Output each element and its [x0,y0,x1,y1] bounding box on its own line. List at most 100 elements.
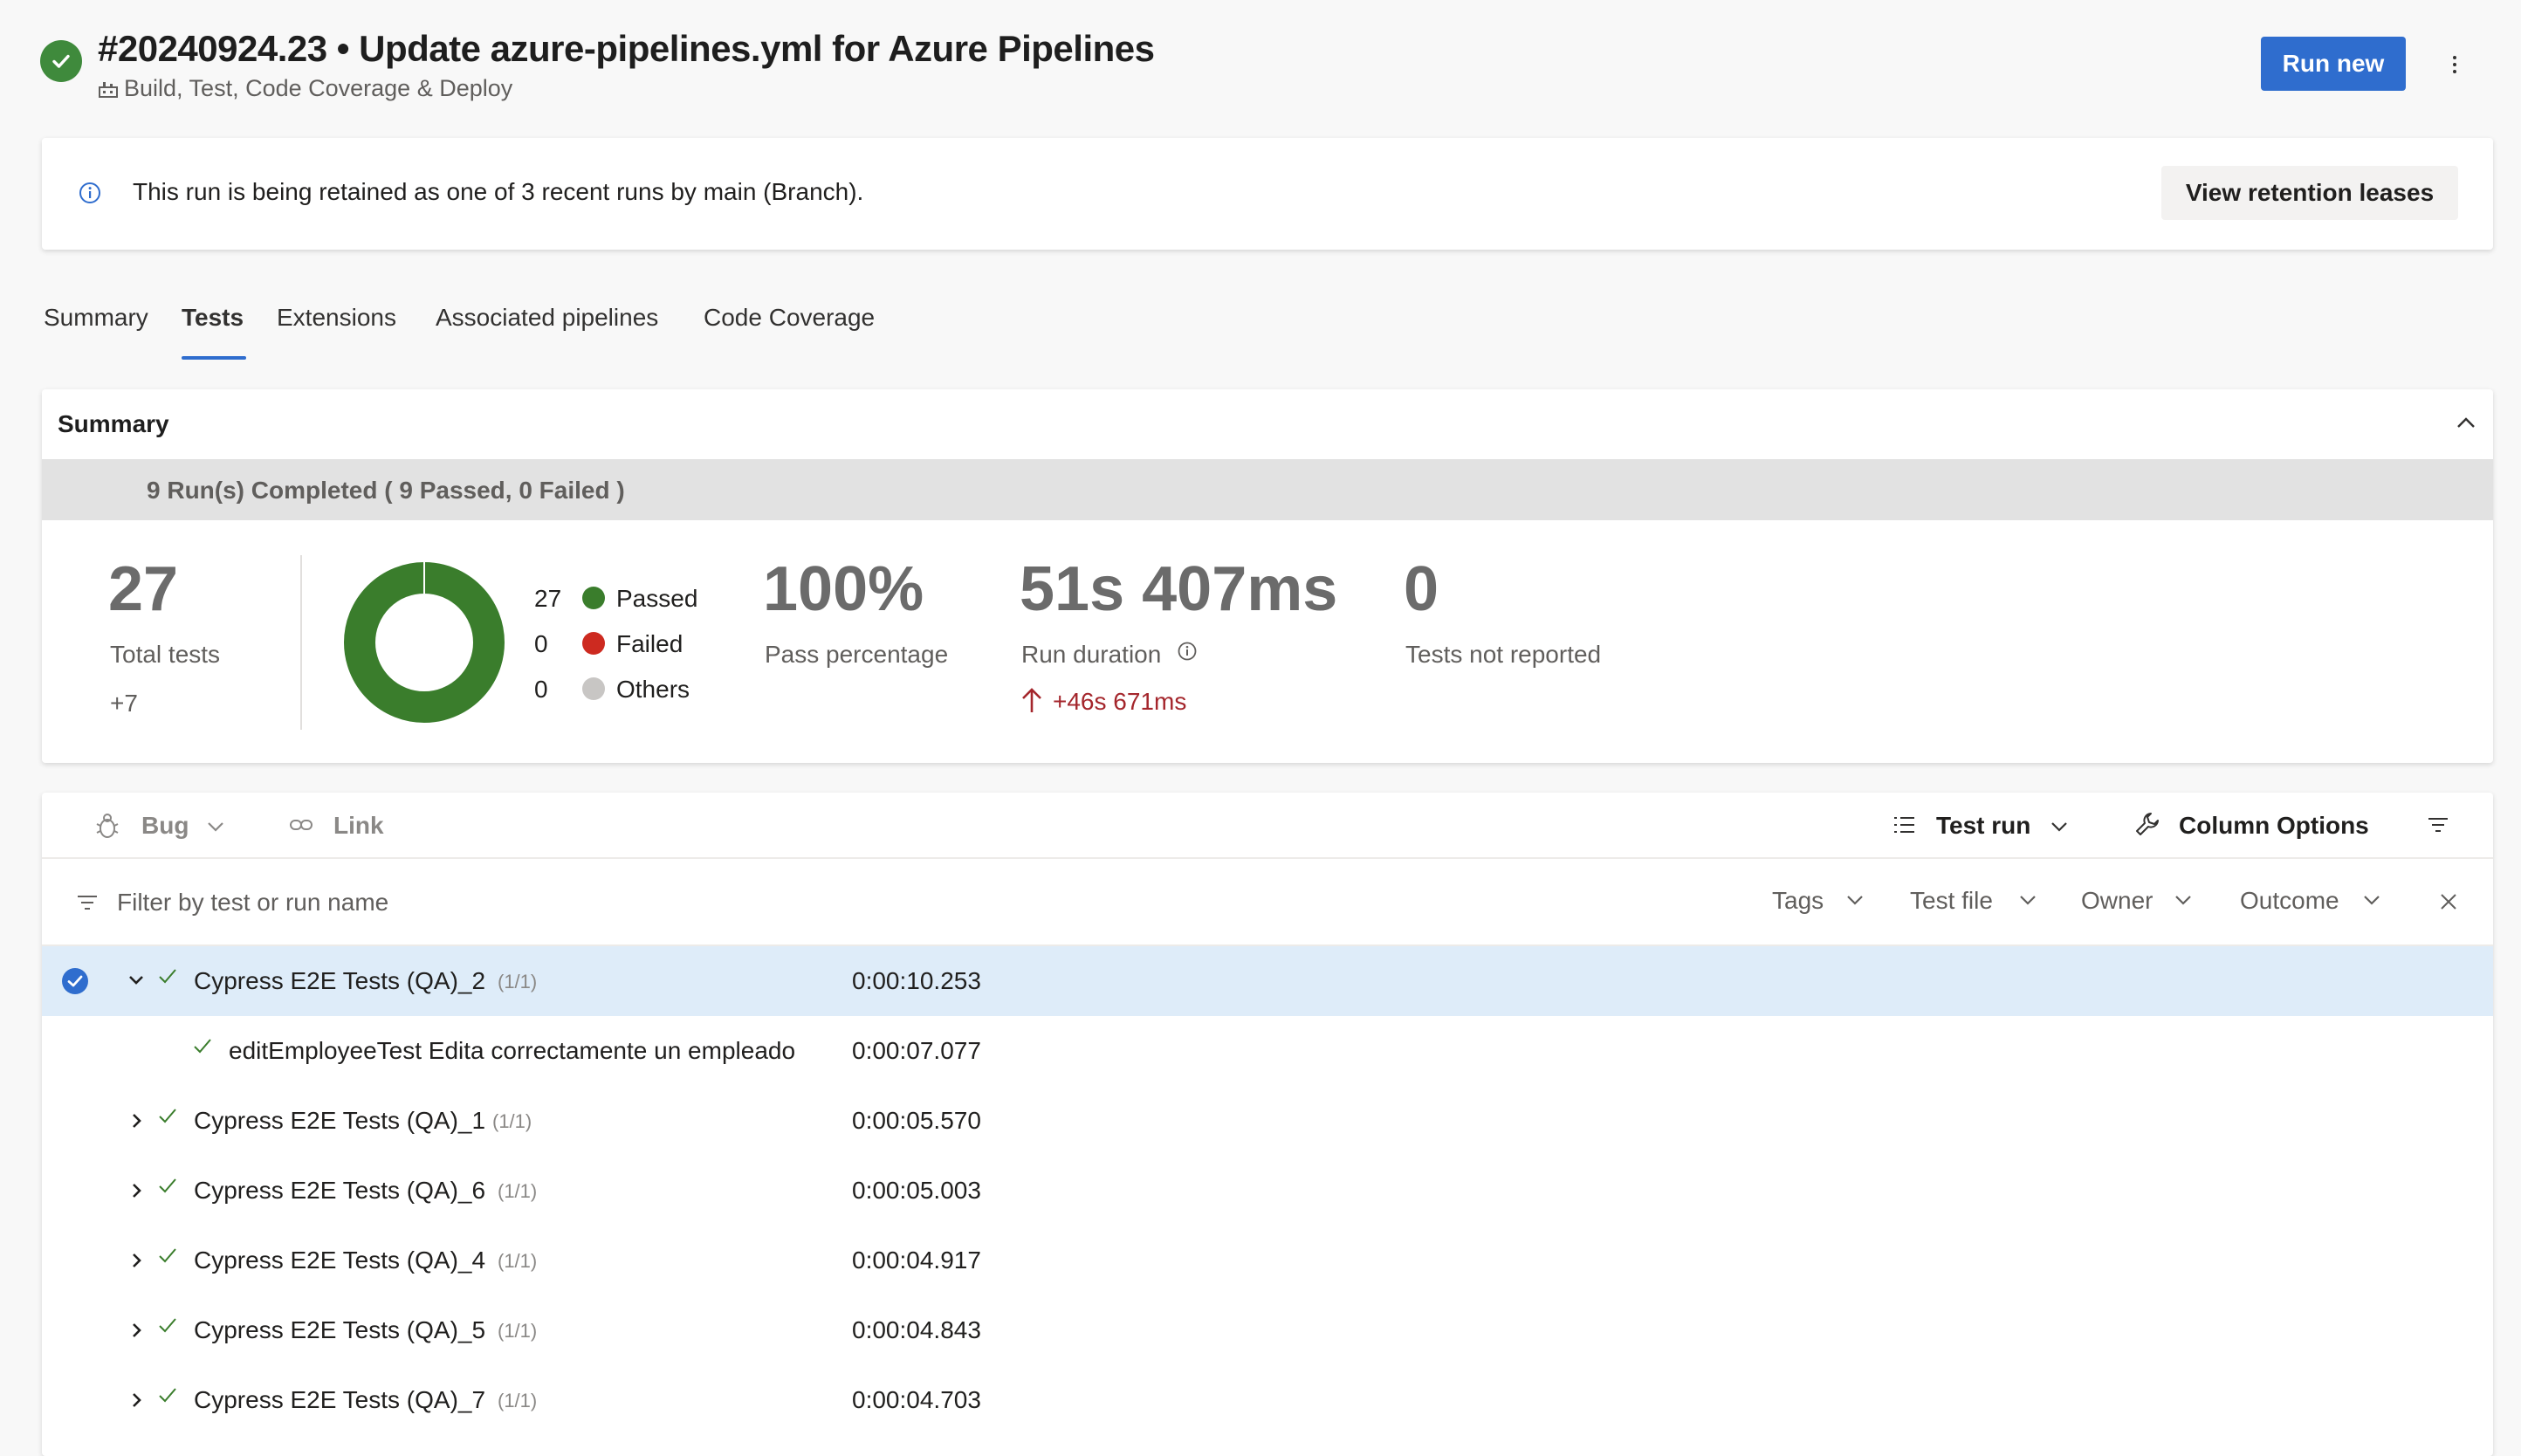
pipeline-name[interactable]: Build, Test, Code Coverage & Deploy [98,75,512,102]
row-duration: 0:00:04.703 [852,1386,981,1413]
chevron-right-icon[interactable] [126,1250,147,1271]
tab-tests[interactable]: Tests [182,304,244,332]
not-reported-label: Tests not reported [1405,641,1602,668]
chevron-right-icon[interactable] [126,1180,147,1201]
not-reported-value: 0 [1404,554,1439,624]
summary-divider [300,555,302,730]
chevron-down-icon[interactable] [126,969,147,990]
passed-dot-icon [582,587,605,609]
row-test-count: (1/1) [498,1180,538,1202]
pass-percentage-label: Pass percentage [765,641,949,668]
outcome-donut-chart [344,562,505,723]
others-dot-icon [582,677,605,700]
chevron-down-icon[interactable] [1844,889,1866,911]
row-duration: 0:00:04.917 [852,1247,981,1274]
row-test-name: Cypress E2E Tests (QA)_5 [194,1316,486,1343]
run-duration-value: 51s 407ms [1020,554,1338,624]
passed-check-icon [157,1175,178,1196]
chevron-down-icon[interactable] [2360,889,2383,911]
row-test-name: Cypress E2E Tests (QA)_4 [194,1247,486,1274]
passed-check-icon [192,1035,213,1056]
chevron-right-icon[interactable] [126,1320,147,1341]
test-run-group-button[interactable]: Test run [1936,812,2030,840]
outcome-filter-dropdown[interactable]: Outcome [2240,887,2339,915]
failed-dot-icon [582,632,605,655]
passed-check-icon [157,1105,178,1126]
retention-message: This run is being retained as one of 3 r… [133,178,864,205]
page-title: #20240924.23 • Update azure-pipelines.ym… [98,28,1155,69]
info-icon [79,182,101,204]
passed-check-icon [157,1384,178,1405]
chevron-down-icon[interactable] [204,815,227,838]
link-icon [288,812,314,838]
row-duration: 0:00:10.253 [852,967,981,994]
row-test-count: (1/1) [498,1390,538,1411]
list-icon [1891,812,1917,838]
active-tab-indicator [182,356,246,360]
row-test-name: editEmployeeTest Edita correctamente un … [229,1037,796,1064]
chevron-down-icon[interactable] [2172,889,2195,911]
toolbar-separator [42,857,2493,859]
run-new-button[interactable]: Run new [2261,37,2406,91]
row-test-name: Cypress E2E Tests (QA)_6 [194,1177,486,1204]
total-tests-value: 27 [108,554,179,624]
bug-icon [94,812,120,840]
tab-code-coverage[interactable]: Code Coverage [704,304,875,332]
tab-extensions[interactable]: Extensions [277,304,396,332]
run-duration-delta: +46s 671ms [1053,688,1187,715]
run-duration-label: Run duration [1021,641,1162,668]
info-icon[interactable] [1177,641,1198,662]
total-tests-delta: +7 [110,690,138,717]
tab-associated-pipelines[interactable]: Associated pipelines [436,304,658,332]
bug-button[interactable]: Bug [141,812,189,840]
chevron-up-icon[interactable] [2453,410,2479,436]
selected-check-icon[interactable] [61,967,89,995]
filter-icon [75,890,100,915]
pass-percentage-value: 100% [763,554,924,624]
tab-summary[interactable]: Summary [44,304,148,332]
test-file-filter-dropdown[interactable]: Test file [1910,887,1993,915]
tags-filter-dropdown[interactable]: Tags [1772,887,1824,915]
row-test-count: (1/1) [492,1110,532,1132]
owner-filter-dropdown[interactable]: Owner [2081,887,2153,915]
chevron-right-icon[interactable] [126,1390,147,1411]
row-duration: 0:00:05.570 [852,1107,981,1134]
row-test-count: (1/1) [498,1320,538,1342]
row-duration: 0:00:07.077 [852,1037,981,1064]
chevron-right-icon[interactable] [126,1110,147,1131]
donut-passed-segment [344,562,505,723]
legend-failed-count: 0 [534,630,548,657]
run-status-succeeded-icon [40,40,82,82]
legend-others-count: 0 [534,676,548,703]
arrow-up-icon [1020,686,1044,714]
row-test-count: (1/1) [498,1250,538,1272]
row-test-name: Cypress E2E Tests (QA)_7 [194,1386,486,1413]
more-actions-icon[interactable] [2437,45,2472,84]
filter-search-input[interactable]: Filter by test or run name [117,889,388,917]
pipeline-icon [98,79,119,99]
total-tests-label: Total tests [110,641,221,668]
summary-title: Summary [58,410,169,437]
legend-others-label: Others [616,676,690,703]
passed-check-icon [157,965,178,986]
legend-passed-count: 27 [534,585,562,612]
wrench-icon [2133,810,2161,838]
legend-passed-label: Passed [616,585,698,612]
runs-completed-text: 9 Run(s) Completed ( 9 Passed, 0 Failed … [147,477,625,504]
row-duration: 0:00:05.003 [852,1177,981,1204]
chevron-down-icon[interactable] [2016,889,2039,911]
link-button[interactable]: Link [333,812,384,840]
filter-icon[interactable] [2425,812,2451,838]
chevron-down-icon[interactable] [2048,815,2071,838]
row-test-count: (1/1) [498,971,538,992]
passed-check-icon [157,1245,178,1266]
row-test-name: Cypress E2E Tests (QA)_1 [194,1107,486,1134]
passed-check-icon [157,1315,178,1336]
pipeline-name-label: Build, Test, Code Coverage & Deploy [124,75,513,101]
row-duration: 0:00:04.843 [852,1316,981,1343]
clear-filters-close-icon[interactable] [2437,890,2460,913]
row-test-name: Cypress E2E Tests (QA)_2 [194,967,486,994]
legend-failed-label: Failed [616,630,683,657]
column-options-button[interactable]: Column Options [2179,812,2369,840]
view-retention-leases-button[interactable]: View retention leases [2161,166,2458,220]
